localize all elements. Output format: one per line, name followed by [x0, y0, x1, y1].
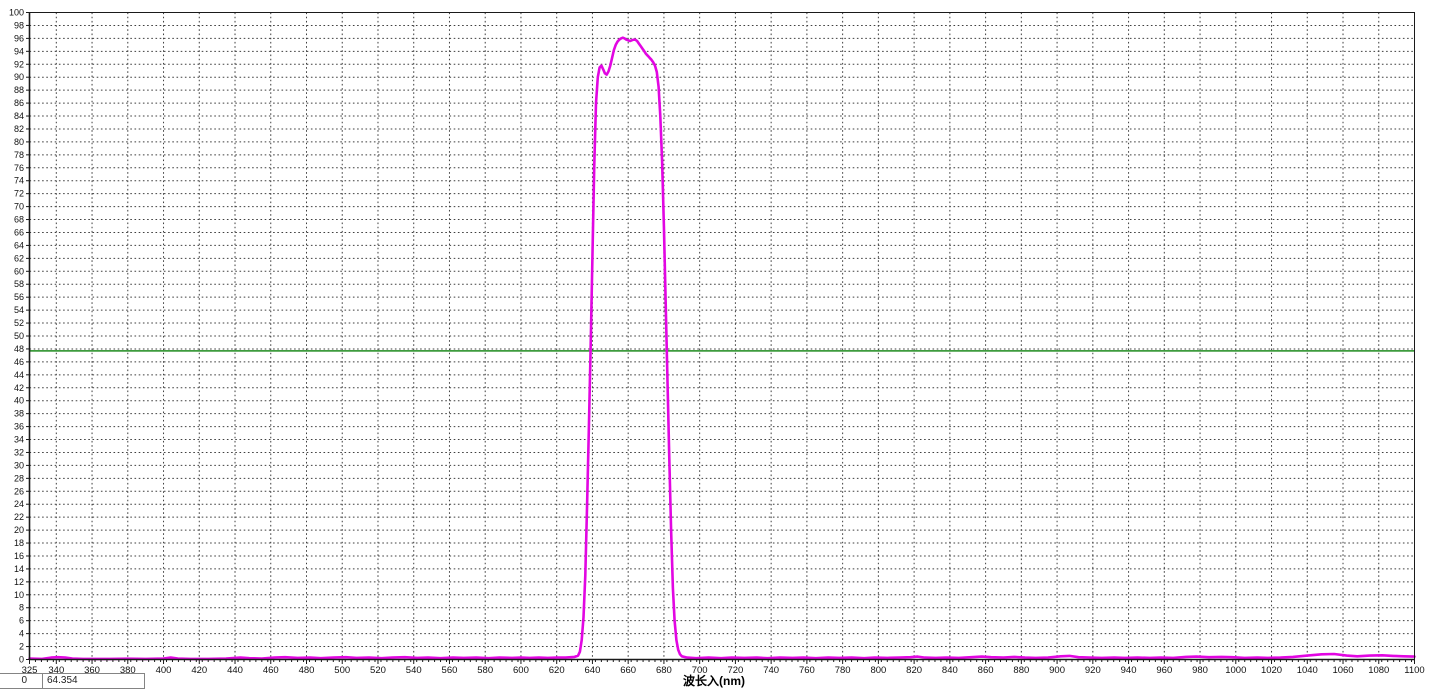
x-tick-label: 1080	[1368, 665, 1389, 676]
x-tick-label: 940	[1121, 665, 1137, 676]
y-tick-label: 68	[14, 215, 24, 225]
y-tick-label: 62	[14, 253, 24, 263]
y-tick-label: 26	[14, 486, 24, 496]
y-tick-label: 6	[19, 616, 24, 626]
y-tick-label: 66	[14, 227, 24, 237]
y-tick-label: 38	[14, 409, 24, 419]
x-tick-label: 800	[870, 665, 886, 676]
x-tick-label: 520	[370, 665, 386, 676]
x-tick-label: 860	[978, 665, 994, 676]
y-tick-label: 76	[14, 163, 24, 173]
x-tick-label: 600	[513, 665, 529, 676]
y-tick-label: 100	[9, 8, 24, 18]
y-tick-label: 80	[14, 137, 24, 147]
y-tick-label: 74	[14, 176, 24, 186]
x-tick-label: 1040	[1297, 665, 1318, 676]
y-tick-label: 58	[14, 279, 24, 289]
y-tick-label: 16	[14, 551, 24, 561]
y-tick-label: 20	[14, 525, 24, 535]
y-tick-label: 2	[19, 642, 24, 652]
x-tick-label: 540	[406, 665, 422, 676]
x-tick-label: 880	[1013, 665, 1029, 676]
x-tick-label: 820	[906, 665, 922, 676]
x-tick-label: 760	[799, 665, 815, 676]
y-tick-label: 12	[14, 577, 24, 587]
x-tick-label: 680	[656, 665, 672, 676]
y-tick-label: 4	[19, 629, 24, 639]
y-tick-label: 72	[14, 189, 24, 199]
y-tick-label: 28	[14, 473, 24, 483]
x-tick-label: 620	[549, 665, 565, 676]
x-tick-label: 660	[620, 665, 636, 676]
y-tick-label: 94	[14, 46, 24, 56]
y-tick-label: 88	[14, 85, 24, 95]
y-tick-label: 64	[14, 240, 24, 250]
x-tick-label: 960	[1156, 665, 1172, 676]
x-tick-label: 560	[442, 665, 458, 676]
y-tick-label: 24	[14, 499, 24, 509]
x-tick-label: 900	[1049, 665, 1065, 676]
x-tick-label: 740	[763, 665, 779, 676]
x-tick-label: 1000	[1225, 665, 1246, 676]
y-tick-label: 46	[14, 357, 24, 367]
spectrometer-app-window: 0246810121416182022242628303234363840424…	[0, 0, 1445, 689]
y-tick-label: 78	[14, 150, 24, 160]
transmission-curve	[30, 38, 1415, 659]
y-tick-label: 22	[14, 512, 24, 522]
y-tick-label: 90	[14, 72, 24, 82]
left-readout-field[interactable]: 0	[0, 673, 43, 689]
y-tick-label: 50	[14, 331, 24, 341]
y-tick-label: 10	[14, 590, 24, 600]
x-tick-label: 920	[1085, 665, 1101, 676]
x-tick-label: 580	[477, 665, 493, 676]
spectrum-chart: 0246810121416182022242628303234363840424…	[0, 0, 1445, 689]
y-tick-label: 52	[14, 318, 24, 328]
y-tick-label: 44	[14, 370, 24, 380]
x-tick-label: 500	[334, 665, 350, 676]
x-tick-label: 1060	[1332, 665, 1353, 676]
x-tick-label: 400	[156, 665, 172, 676]
y-tick-label: 92	[14, 59, 24, 69]
x-tick-label: 440	[227, 665, 243, 676]
y-tick-label: 42	[14, 383, 24, 393]
y-tick-label: 48	[14, 344, 24, 354]
y-tick-label: 32	[14, 447, 24, 457]
y-tick-label: 30	[14, 460, 24, 470]
y-tick-label: 60	[14, 266, 24, 276]
wavelength-readout-field[interactable]: 64.354	[42, 673, 145, 689]
y-tick-label: 82	[14, 124, 24, 134]
y-tick-label: 84	[14, 111, 24, 121]
x-tick-label: 980	[1192, 665, 1208, 676]
x-tick-label: 420	[191, 665, 207, 676]
y-tick-label: 36	[14, 422, 24, 432]
x-tick-label: 1020	[1261, 665, 1282, 676]
y-tick-label: 56	[14, 292, 24, 302]
x-tick-label: 480	[299, 665, 315, 676]
x-tick-label: 780	[835, 665, 851, 676]
x-axis-title: 波长入(nm)	[683, 673, 745, 688]
x-tick-label: 840	[942, 665, 958, 676]
x-tick-label: 1100	[1404, 665, 1424, 676]
y-tick-label: 96	[14, 33, 24, 43]
y-tick-label: 40	[14, 396, 24, 406]
x-tick-label: 460	[263, 665, 279, 676]
y-tick-label: 70	[14, 202, 24, 212]
y-tick-label: 86	[14, 98, 24, 108]
y-tick-label: 18	[14, 538, 24, 548]
y-tick-label: 14	[14, 564, 24, 574]
y-tick-label: 98	[14, 20, 24, 30]
y-tick-label: 54	[14, 305, 24, 315]
y-tick-label: 0	[19, 655, 24, 665]
x-tick-label: 640	[585, 665, 601, 676]
y-tick-label: 8	[19, 603, 24, 613]
y-tick-label: 34	[14, 435, 24, 445]
